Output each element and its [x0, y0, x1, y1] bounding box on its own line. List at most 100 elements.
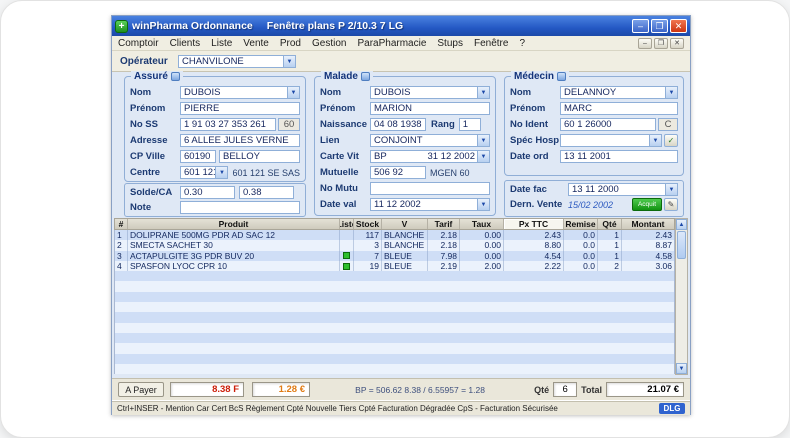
qte-total-field: 6 [553, 382, 577, 397]
chevron-down-icon[interactable]: ▼ [649, 135, 661, 146]
scroll-down-icon[interactable]: ▼ [676, 363, 687, 374]
screenshot-card: + winPharma Ordonnance Fenêtre plans P 2… [0, 0, 790, 438]
chevron-down-icon[interactable]: ▼ [283, 56, 295, 67]
menu-comptoir[interactable]: Comptoir [118, 38, 159, 49]
solde-field-2[interactable]: 0.38 [239, 186, 294, 199]
scroll-up-icon[interactable]: ▲ [676, 219, 687, 230]
menu-prod[interactable]: Prod [280, 38, 301, 49]
chevron-down-icon[interactable]: ▼ [665, 87, 677, 98]
col-v[interactable]: V [382, 219, 428, 229]
mdi-restore-button[interactable]: ❐ [654, 38, 668, 49]
operator-row: Opérateur CHANVILONE ▼ [112, 51, 690, 72]
malade-mutuelle-label: Mutuelle [320, 167, 370, 178]
col-montant[interactable]: Montant [622, 219, 674, 229]
malade-rang-label: Rang [431, 119, 455, 130]
totals-bar: A Payer 8.38 F 1.28 € BP = 506.62 8.38 /… [112, 378, 690, 400]
window-title: winPharma Ordonnance [132, 20, 253, 32]
menu-stups[interactable]: Stups [437, 38, 463, 49]
empty-row [115, 302, 674, 312]
col-num[interactable]: # [115, 219, 128, 229]
panel-medecin: Médecin Nom DELANNOY▼ Prénom MARC No Ide… [504, 76, 684, 176]
assure-centre-select[interactable]: 601 121▼ [180, 166, 228, 179]
menu-gestion[interactable]: Gestion [312, 38, 346, 49]
assure-nom-select[interactable]: DUBOIS▼ [180, 86, 300, 99]
table-row[interactable]: 3ACTAPULGITE 3G PDR BUV 20 7 BLEUE7.98 0… [115, 251, 674, 261]
table-row[interactable]: 4SPASFON LYOC CPR 10 19 BLEUE2.19 2.002.… [115, 261, 674, 271]
col-liste[interactable]: Liste [340, 219, 354, 229]
menu-vente[interactable]: Vente [243, 38, 269, 49]
solde-field-1[interactable]: 0.30 [180, 186, 235, 199]
col-pxttc[interactable]: Px TTC [504, 219, 564, 229]
dernvente-value: 15/02 2002 [568, 200, 613, 210]
col-remise[interactable]: Remise [564, 219, 598, 229]
malade-rang-field[interactable]: 1 [459, 118, 481, 131]
panel-solde: Solde/CA 0.30 0.38 Note [124, 183, 306, 217]
chevron-down-icon[interactable]: ▼ [477, 151, 489, 162]
malade-naissance-field[interactable]: 04 08 1938 [370, 118, 426, 131]
panel-malade-title: Malade [324, 71, 358, 82]
medecin-nom-select[interactable]: DELANNOY▼ [560, 86, 678, 99]
col-taux[interactable]: Taux [460, 219, 504, 229]
chevron-down-icon[interactable]: ▼ [215, 167, 227, 178]
liste-indicator-icon [343, 263, 350, 270]
empty-row [115, 333, 674, 343]
table-scrollbar[interactable]: ▲ ▼ [675, 218, 688, 375]
assure-adresse-field[interactable]: 6 ALLEE JULES VERNE [180, 134, 300, 147]
assure-noss-field[interactable]: 1 91 03 27 353 261 [180, 118, 276, 131]
assure-prenom-field[interactable]: PIERRE [180, 102, 300, 115]
malade-dateval-select[interactable]: 11 12 2002▼ [370, 198, 490, 211]
menu-aide[interactable]: ? [519, 38, 525, 49]
medecin-ident-label: No Ident [510, 119, 560, 130]
mdi-close-button[interactable]: ✕ [670, 38, 684, 49]
a-payer-button[interactable]: A Payer [118, 382, 164, 397]
menu-parapharmacie[interactable]: ParaPharmacie [357, 38, 426, 49]
chevron-down-icon[interactable]: ▼ [477, 87, 489, 98]
assure-link-icon[interactable] [171, 72, 180, 81]
minimize-button[interactable]: – [632, 19, 649, 33]
note-field[interactable] [180, 201, 300, 214]
chevron-down-icon[interactable]: ▼ [477, 199, 489, 210]
malade-mutuelle-field[interactable]: 506 92 [370, 166, 426, 179]
chevron-down-icon[interactable]: ▼ [287, 87, 299, 98]
malade-cartevit-select[interactable]: BP31 12 2002 ▼ [370, 150, 490, 163]
table-row[interactable]: 1DOLIPRANE 500MG PDR AD SAC 12 117 BLANC… [115, 230, 674, 240]
col-qte[interactable]: Qté [598, 219, 622, 229]
operator-label: Opérateur [120, 56, 178, 67]
menu-clients[interactable]: Clients [170, 38, 201, 49]
chevron-down-icon[interactable]: ▼ [665, 184, 677, 195]
malade-prenom-field[interactable]: MARION [370, 102, 490, 115]
col-tarif[interactable]: Tarif [428, 219, 460, 229]
empty-row [115, 281, 674, 291]
col-stock[interactable]: Stock [354, 219, 382, 229]
medecin-spec-select[interactable]: ▼ [560, 134, 662, 147]
malade-nom-select[interactable]: DUBOIS▼ [370, 86, 490, 99]
medecin-link-icon[interactable] [557, 72, 566, 81]
medecin-ident-field[interactable]: 60 1 26000 [560, 118, 656, 131]
malade-link-icon[interactable] [361, 72, 370, 81]
acquit-button[interactable]: Acquit [632, 198, 662, 211]
app-icon: + [115, 20, 128, 33]
mdi-minimize-button[interactable]: – [638, 38, 652, 49]
malade-nomutu-field[interactable] [370, 182, 490, 195]
spec-lookup-button[interactable]: ✓ [664, 134, 678, 147]
table-row[interactable]: 2SMECTA SACHET 30 3 BLANCHE2.18 0.008.80… [115, 240, 674, 250]
medecin-prenom-field[interactable]: MARC [560, 102, 678, 115]
menu-fenetre[interactable]: Fenêtre [474, 38, 508, 49]
datefac-select[interactable]: 13 11 2000▼ [568, 183, 678, 196]
assure-ville-field[interactable]: BELLOY [219, 150, 300, 163]
assure-cp-field[interactable]: 60190 [180, 150, 216, 163]
close-button[interactable]: ✕ [670, 19, 687, 33]
dernvente-label: Dern. Vente [510, 199, 568, 210]
menu-liste[interactable]: Liste [211, 38, 232, 49]
col-produit[interactable]: Produit [128, 219, 340, 229]
operator-select[interactable]: CHANVILONE ▼ [178, 55, 296, 68]
table-body: 1DOLIPRANE 500MG PDR AD SAC 12 117 BLANC… [114, 230, 675, 374]
malade-lien-select[interactable]: CONJOINT▼ [370, 134, 490, 147]
chevron-down-icon[interactable]: ▼ [477, 135, 489, 146]
medecin-dateord-field[interactable]: 13 11 2001 [560, 150, 678, 163]
edit-button[interactable]: ✎ [664, 198, 678, 211]
scrollbar-thumb[interactable] [677, 231, 686, 259]
restore-button[interactable]: ❐ [651, 19, 668, 33]
titlebar: + winPharma Ordonnance Fenêtre plans P 2… [112, 16, 690, 36]
medecin-nom-label: Nom [510, 87, 560, 98]
